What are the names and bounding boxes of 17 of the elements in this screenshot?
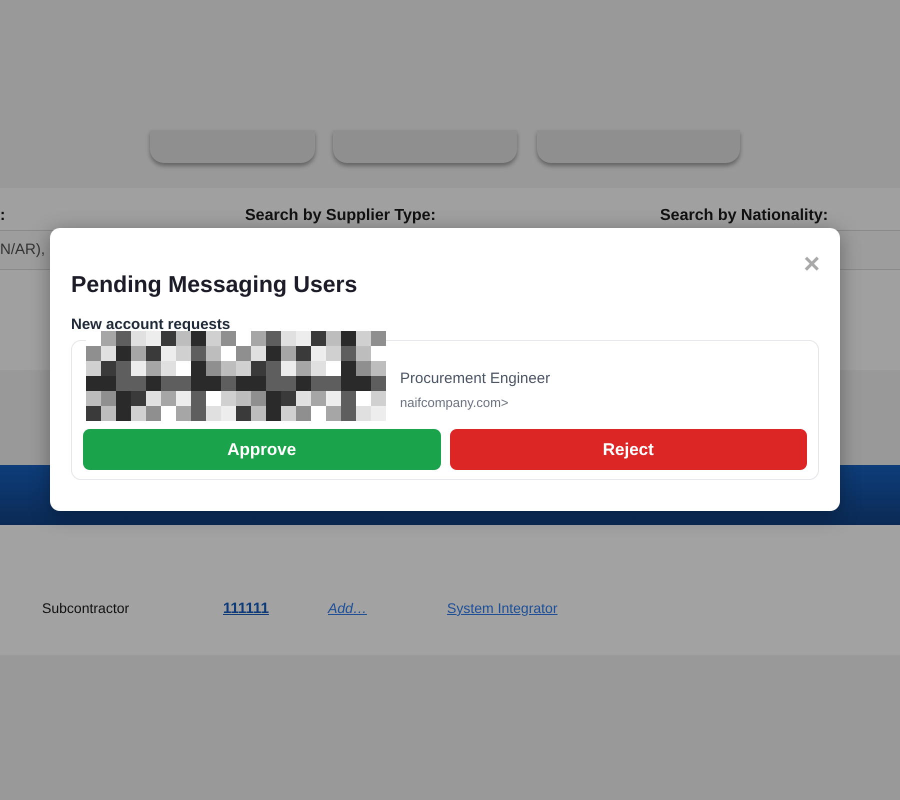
- code-link[interactable]: 111111: [223, 598, 269, 620]
- email-text: naifcompany.com>: [400, 395, 509, 410]
- tab-button[interactable]: [537, 130, 740, 163]
- job-title: Procurement Engineer: [400, 370, 550, 387]
- modal-title: Pending Messaging Users: [71, 270, 358, 299]
- filter-label: :: [0, 206, 6, 226]
- close-button[interactable]: ×: [804, 250, 820, 278]
- add-link[interactable]: Add…: [328, 598, 367, 619]
- approve-button[interactable]: Approve: [83, 429, 440, 470]
- supplier-type: Subcontractor: [42, 599, 130, 618]
- tab-button[interactable]: [333, 130, 517, 163]
- category-link[interactable]: System Integrator: [447, 598, 558, 619]
- section-heading: New account requests: [71, 316, 230, 333]
- filter-label: Search by Nationality:: [660, 206, 828, 226]
- tab-button[interactable]: [150, 130, 315, 163]
- reject-button[interactable]: Reject: [450, 429, 807, 470]
- filter-label: Search by Supplier Type:: [245, 206, 436, 226]
